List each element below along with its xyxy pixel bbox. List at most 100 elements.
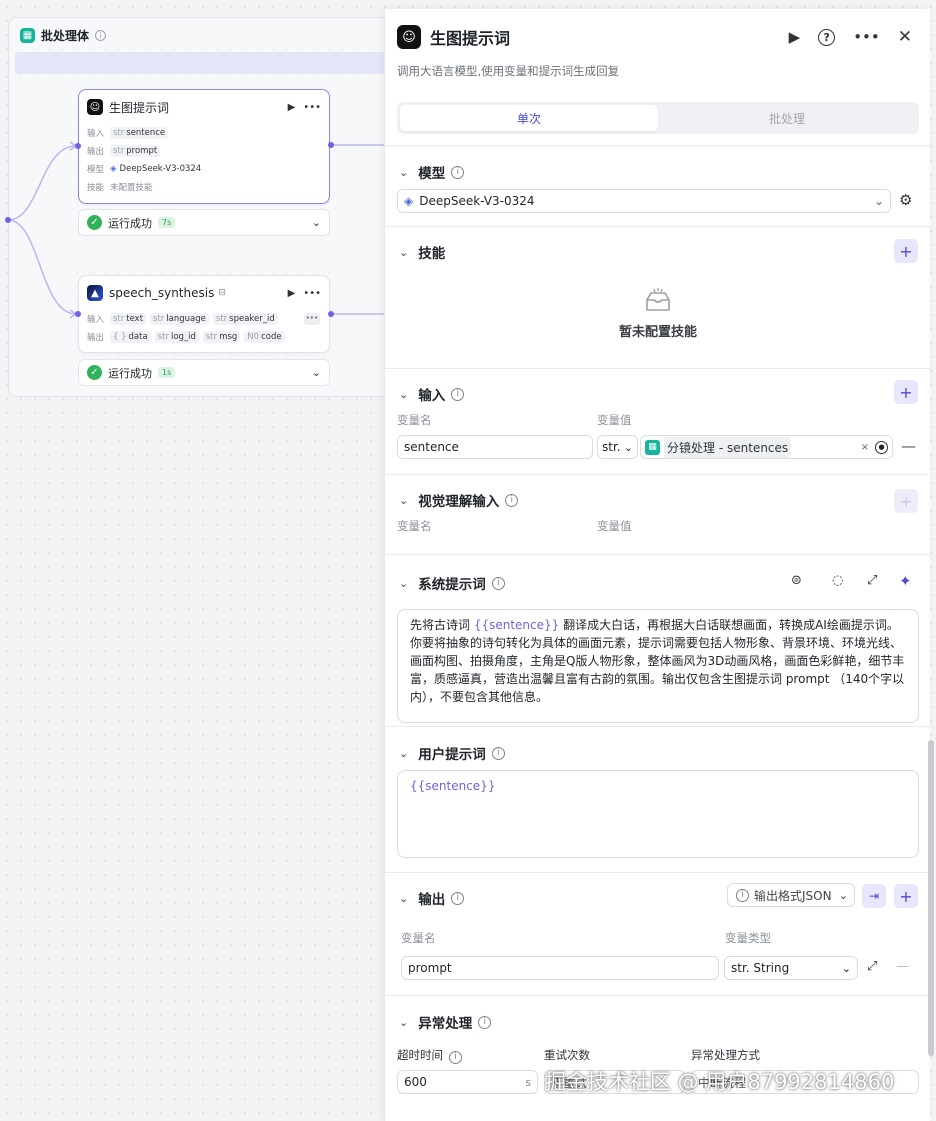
chevron-down-icon[interactable]: ⌄ bbox=[312, 366, 321, 379]
output-tag: { } data bbox=[110, 331, 151, 343]
timeout-input[interactable]: 600 s bbox=[397, 1070, 538, 1094]
input-tag: str text bbox=[110, 313, 147, 325]
add-skill-button[interactable]: + bbox=[894, 239, 918, 263]
add-output-button[interactable]: + bbox=[894, 884, 918, 908]
chevron-down-icon: ⌄ bbox=[873, 194, 884, 208]
node2-in-port[interactable] bbox=[75, 311, 81, 317]
output-var-name-field[interactable]: prompt bbox=[401, 956, 719, 980]
retry-label: 重试次数 bbox=[544, 1048, 590, 1062]
more-icon[interactable]: ••• bbox=[303, 288, 321, 299]
more-icon[interactable]: ••• bbox=[303, 102, 321, 113]
ref-source: 分镜处理 bbox=[667, 440, 716, 455]
node2-out-port[interactable] bbox=[328, 311, 334, 317]
chevron-down-icon[interactable]: ⌄ bbox=[399, 494, 408, 507]
remove-input-button[interactable]: — bbox=[901, 437, 916, 455]
chevron-down-icon[interactable]: ⌄ bbox=[399, 1016, 408, 1029]
import-icon[interactable]: ⇥ bbox=[862, 884, 886, 908]
chevron-down-icon[interactable]: ⌄ bbox=[399, 166, 408, 179]
output-tag: str prompt bbox=[110, 145, 161, 157]
section-title: 输出 bbox=[418, 892, 446, 908]
info-icon: i bbox=[95, 29, 107, 41]
scrollbar[interactable] bbox=[928, 740, 934, 1056]
model-select[interactable]: ◈ DeepSeek-V3-0324 ⌄ bbox=[397, 189, 891, 213]
output-label: 输出 bbox=[87, 147, 105, 157]
col-name-label: 变量名 bbox=[397, 413, 432, 427]
doc-icon: ⊟ bbox=[218, 288, 226, 298]
section-title: 用户提示词 bbox=[418, 747, 486, 763]
prompt-variable: {{sentence}} bbox=[473, 618, 560, 632]
col-value-label: 变量值 bbox=[597, 413, 632, 427]
run-icon[interactable]: ▶ bbox=[789, 28, 801, 46]
node1-in-port[interactable] bbox=[75, 143, 81, 149]
prompt-variable: {{sentence}} bbox=[410, 779, 496, 793]
info-icon: i bbox=[478, 1015, 492, 1029]
batch-icon: ▦ bbox=[645, 439, 660, 455]
batch-icon: ▦ bbox=[20, 27, 35, 43]
skills-section: ⌄ 技能 + 暂未配置技能 bbox=[385, 227, 930, 369]
batch-port[interactable] bbox=[5, 217, 11, 223]
llm-icon: ☺ bbox=[397, 25, 421, 49]
expand-icon[interactable]: ⤢ bbox=[867, 573, 877, 588]
section-title: 输入 bbox=[418, 388, 446, 404]
input-ref-field[interactable]: ▦ 分镜处理 - sentences × ● bbox=[640, 435, 893, 459]
output-type-select[interactable]: str. String ⌄ bbox=[724, 956, 858, 980]
add-vision-input-button[interactable]: + bbox=[894, 489, 918, 513]
remove-output-button[interactable]: — bbox=[896, 959, 909, 974]
exception-section: ⌄ 异常处理 i 超时时间 i 重试次数 异常处理方式 600 s 不重试 中断流程 bbox=[385, 996, 930, 1121]
user-prompt-editor[interactable]: {{sentence}} bbox=[397, 770, 919, 858]
ref-field: sentences bbox=[726, 440, 789, 455]
skill-label: 技能 bbox=[87, 183, 105, 193]
run-icon[interactable]: ▶ bbox=[288, 102, 296, 113]
tab-single[interactable]: 单次 bbox=[400, 105, 658, 131]
model-label: 模型 bbox=[87, 165, 105, 175]
tab-batch[interactable]: 批处理 bbox=[658, 105, 916, 131]
chevron-down-icon[interactable]: ⌄ bbox=[399, 246, 408, 259]
chevron-down-icon[interactable]: ⌄ bbox=[399, 892, 408, 905]
node-image-prompt[interactable]: ☺ 生图提示词 ▶ ••• 输入 str sentence 输出 str prompt… bbox=[78, 89, 330, 204]
time-badge: 1s bbox=[158, 367, 176, 378]
chevron-down-icon: ⌄ bbox=[623, 440, 633, 454]
close-icon[interactable]: ✕ bbox=[898, 27, 912, 47]
system-prompt-section: ⌄ 系统提示词 i ⊜ ◌ ⤢ ✦ 先将古诗词 {{sentence}} 翻译成大白… bbox=[385, 555, 930, 727]
help-icon[interactable]: ? bbox=[818, 28, 836, 46]
info-icon: i bbox=[505, 493, 519, 507]
section-title: 模型 bbox=[418, 166, 446, 182]
output-format-select[interactable]: i 输出格式JSON ⌄ bbox=[727, 883, 855, 907]
input-type-select[interactable]: str. ⌄ bbox=[597, 435, 638, 459]
section-title: 视觉理解输入 bbox=[418, 494, 500, 510]
chevron-down-icon[interactable]: ⌄ bbox=[399, 577, 408, 590]
deepseek-icon: ◈ bbox=[110, 164, 117, 174]
input-var-name-field[interactable]: sentence bbox=[397, 435, 593, 459]
success-icon: ✓ bbox=[87, 365, 102, 380]
node1-status[interactable]: ✓ 运行成功 7s ⌄ bbox=[78, 209, 330, 236]
target-icon[interactable]: ● bbox=[875, 440, 888, 454]
more-inputs-icon[interactable]: ••• bbox=[304, 313, 320, 325]
clear-icon[interactable]: × bbox=[861, 442, 869, 453]
col-type-label: 变量类型 bbox=[725, 931, 771, 945]
run-icon[interactable]: ▶ bbox=[288, 288, 296, 299]
gear-icon[interactable]: ⚙ bbox=[899, 191, 912, 209]
mode-tabs: 单次 批处理 bbox=[397, 102, 919, 134]
panel-description: 调用大语言模型,使用变量和提示词生成回复 bbox=[397, 64, 620, 78]
model-value: DeepSeek-V3-0324 bbox=[119, 164, 202, 174]
skills-empty-text: 暂未配置技能 bbox=[618, 325, 697, 340]
chevron-down-icon[interactable]: ⌄ bbox=[312, 216, 321, 229]
bulb-icon[interactable]: ◌ bbox=[832, 573, 843, 588]
skill-value: 未配置技能 bbox=[110, 183, 153, 193]
chevron-down-icon[interactable]: ⌄ bbox=[399, 747, 408, 760]
system-prompt-editor[interactable]: 先将古诗词 {{sentence}} 翻译成大白话，再根据大白话联想画面，转换成… bbox=[397, 609, 919, 723]
node1-out-port[interactable] bbox=[328, 142, 334, 148]
node2-status[interactable]: ✓ 运行成功 1s ⌄ bbox=[78, 359, 330, 386]
section-title: 系统提示词 bbox=[418, 577, 486, 593]
ai-optimize-icon[interactable]: ✦ bbox=[899, 572, 912, 590]
output-tag: str log_id bbox=[154, 331, 199, 343]
status-text: 运行成功 bbox=[108, 366, 152, 380]
more-icon[interactable]: ••• bbox=[853, 28, 880, 46]
chevron-down-icon[interactable]: ⌄ bbox=[399, 388, 408, 401]
library-icon[interactable]: ⊜ bbox=[791, 573, 802, 588]
model-value: DeepSeek-V3-0324 bbox=[419, 194, 535, 208]
node-speech-synthesis[interactable]: ▲ speech_synthesis ⊟ ▶ ••• 输入 str text str… bbox=[78, 275, 330, 353]
add-input-button[interactable]: + bbox=[894, 380, 918, 404]
expand-icon[interactable]: ⤢ bbox=[867, 959, 877, 974]
field-value: str. String bbox=[731, 961, 790, 975]
